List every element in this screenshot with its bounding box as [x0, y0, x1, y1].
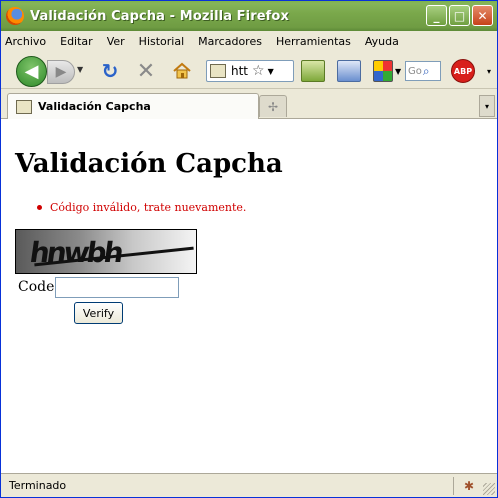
status-bar: Terminado ✱ [1, 473, 497, 497]
error-message: Código inválido, trate nuevamente. [50, 201, 247, 214]
menu-herramientas[interactable]: Herramientas [276, 35, 351, 48]
adblock-icon[interactable]: ABP [451, 59, 475, 83]
title-bar[interactable]: Validación Capcha - Mozilla Firefox _ □ … [1, 1, 497, 31]
page-title: Validación Capcha [15, 149, 283, 179]
page-content: Validación Capcha Código inválido, trate… [1, 119, 497, 473]
firebug-icon[interactable]: ✱ [461, 478, 477, 494]
code-input[interactable] [55, 277, 179, 298]
tab-list-icon[interactable]: ▾ [479, 95, 495, 117]
url-bar[interactable]: htt ☆ ▼ [206, 60, 294, 82]
tab-validacion-capcha[interactable]: Validación Capcha [7, 93, 259, 119]
forward-icon[interactable]: ▶ [47, 60, 75, 84]
download-icon[interactable] [337, 60, 361, 82]
bullet-icon [37, 205, 42, 210]
menu-editar[interactable]: Editar [60, 35, 93, 48]
tab-label: Validación Capcha [38, 100, 151, 113]
home-icon[interactable] [171, 60, 193, 82]
new-tab-icon[interactable]: ✢ [259, 95, 287, 117]
close-button[interactable]: ✕ [472, 5, 493, 26]
status-text: Terminado [9, 479, 67, 492]
toolbar-overflow-icon[interactable]: ▾ [487, 67, 491, 76]
menu-marcadores[interactable]: Marcadores [198, 35, 262, 48]
google-icon[interactable] [373, 60, 393, 82]
addon-icon[interactable] [301, 60, 325, 82]
tab-bar: Validación Capcha ✢ ▾ [1, 89, 497, 119]
site-favicon-icon [210, 64, 226, 78]
status-divider [453, 477, 454, 495]
stop-icon[interactable]: ✕ [135, 59, 157, 84]
error-list: Código inválido, trate nuevamente. [37, 201, 246, 214]
bookmark-star-icon[interactable]: ☆ [252, 63, 265, 79]
history-dropdown-icon[interactable]: ▼ [77, 65, 83, 74]
menu-bar: Archivo Editar Ver Historial Marcadores … [1, 31, 497, 51]
menu-historial[interactable]: Historial [139, 35, 184, 48]
code-label: Code: [18, 279, 60, 295]
url-dropdown-icon[interactable]: ▼ [268, 67, 274, 76]
search-placeholder: Go [408, 65, 422, 77]
back-icon[interactable]: ◀ [16, 56, 47, 87]
tab-favicon-icon [16, 99, 32, 114]
menu-archivo[interactable]: Archivo [5, 35, 46, 48]
search-icon[interactable]: ⌕ [423, 64, 430, 79]
reload-icon[interactable]: ↻ [99, 59, 121, 83]
menu-ver[interactable]: Ver [107, 35, 125, 48]
menu-ayuda[interactable]: Ayuda [365, 35, 399, 48]
search-engine-dropdown-icon[interactable]: ▼ [395, 67, 401, 76]
maximize-button[interactable]: □ [449, 5, 470, 26]
window-controls: _ □ ✕ [426, 5, 493, 26]
window-title: Validación Capcha - Mozilla Firefox [30, 8, 289, 24]
url-text: htt [231, 64, 249, 78]
resize-grip-icon[interactable] [483, 483, 495, 495]
firefox-logo-icon [6, 7, 24, 25]
captcha-image: hnwbh [15, 229, 197, 274]
minimize-button[interactable]: _ [426, 5, 447, 26]
browser-window: Validación Capcha - Mozilla Firefox _ □ … [0, 0, 498, 498]
navigation-toolbar: ▶ ◀ ▼ ↻ ✕ htt ☆ ▼ ▼ Go ⌕ ABP ▾ [1, 51, 497, 89]
verify-button[interactable]: Verify [74, 302, 123, 324]
search-input[interactable]: Go ⌕ [405, 61, 441, 81]
